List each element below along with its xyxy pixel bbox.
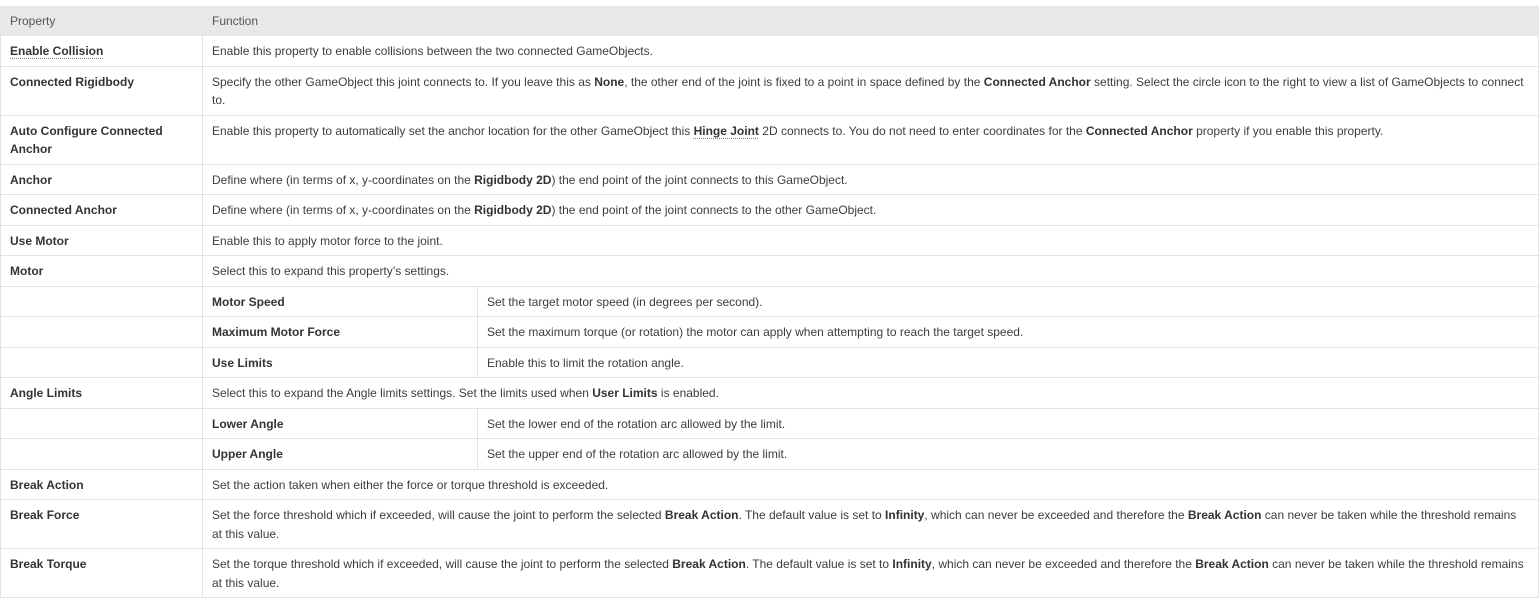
header-function: Function	[202, 6, 1539, 36]
property-cell: Angle Limits	[0, 377, 203, 409]
sub-function-cell: Enable this to limit the rotation angle.	[477, 346, 1539, 378]
table-sub-row: Upper Angle Set the upper end of the rot…	[0, 438, 1539, 470]
sub-property-cell: Lower Angle	[202, 407, 478, 439]
table-row: Enable Collision Enable this property to…	[0, 35, 1539, 67]
sub-property-cell: Maximum Motor Force	[202, 316, 478, 348]
table-header-row: Property Function	[0, 6, 1539, 36]
table-sub-row: Motor Speed Set the target motor speed (…	[0, 285, 1539, 317]
table-row: Connected Rigidbody Specify the other Ga…	[0, 65, 1539, 116]
function-cell: Enable this to apply motor force to the …	[202, 224, 1539, 256]
property-cell: Connected Rigidbody	[0, 65, 203, 116]
function-cell: Define where (in terms of x, y-coordinat…	[202, 163, 1539, 195]
table-row: Anchor Define where (in terms of x, y-co…	[0, 163, 1539, 195]
table-row: Break Action Set the action taken when e…	[0, 468, 1539, 500]
table-row: Connected Anchor Define where (in terms …	[0, 194, 1539, 226]
property-cell: Connected Anchor	[0, 194, 203, 226]
glossary-link-enable-collision[interactable]: Enable Collision	[10, 44, 103, 58]
sub-property-cell: Motor Speed	[202, 285, 478, 317]
empty-cell	[0, 316, 203, 348]
properties-table-container: Property Function Enable Collision Enabl…	[0, 6, 1539, 598]
table-sub-row: Use Limits Enable this to limit the rota…	[0, 346, 1539, 378]
function-cell: Set the torque threshold which if exceed…	[202, 548, 1539, 598]
function-cell: Enable this property to automatically se…	[202, 114, 1539, 165]
glossary-link-hinge-joint[interactable]: Hinge Joint	[694, 124, 759, 138]
table-sub-row: Maximum Motor Force Set the maximum torq…	[0, 316, 1539, 348]
empty-cell	[0, 438, 203, 470]
header-property: Property	[0, 6, 203, 36]
sub-function-cell: Set the upper end of the rotation arc al…	[477, 438, 1539, 470]
table-row: Break Force Set the force threshold whic…	[0, 499, 1539, 549]
table-row: Angle Limits Select this to expand the A…	[0, 377, 1539, 409]
properties-table: Property Function Enable Collision Enabl…	[0, 6, 1539, 598]
function-cell: Select this to expand the Angle limits s…	[202, 377, 1539, 409]
table-sub-row: Lower Angle Set the lower end of the rot…	[0, 407, 1539, 439]
function-cell: Select this to expand this property’s se…	[202, 255, 1539, 287]
table-row: Auto Configure Connected Anchor Enable t…	[0, 114, 1539, 165]
table-row: Use Motor Enable this to apply motor for…	[0, 224, 1539, 256]
property-cell: Enable Collision	[0, 35, 203, 67]
sub-function-cell: Set the lower end of the rotation arc al…	[477, 407, 1539, 439]
sub-property-cell: Upper Angle	[202, 438, 478, 470]
table-row: Break Torque Set the torque threshold wh…	[0, 548, 1539, 598]
property-cell: Motor	[0, 255, 203, 287]
function-cell: Define where (in terms of x, y-coordinat…	[202, 194, 1539, 226]
property-cell: Anchor	[0, 163, 203, 195]
table-row: Motor Select this to expand this propert…	[0, 255, 1539, 287]
property-cell: Break Torque	[0, 548, 203, 598]
sub-property-cell: Use Limits	[202, 346, 478, 378]
function-cell: Enable this property to enable collision…	[202, 35, 1539, 67]
property-cell: Break Force	[0, 499, 203, 549]
function-cell: Specify the other GameObject this joint …	[202, 65, 1539, 116]
property-cell: Use Motor	[0, 224, 203, 256]
empty-cell	[0, 346, 203, 378]
function-cell: Set the force threshold which if exceede…	[202, 499, 1539, 549]
property-cell: Break Action	[0, 468, 203, 500]
function-cell: Set the action taken when either the for…	[202, 468, 1539, 500]
empty-cell	[0, 285, 203, 317]
property-cell: Auto Configure Connected Anchor	[0, 114, 203, 165]
sub-function-cell: Set the maximum torque (or rotation) the…	[477, 316, 1539, 348]
sub-function-cell: Set the target motor speed (in degrees p…	[477, 285, 1539, 317]
empty-cell	[0, 407, 203, 439]
